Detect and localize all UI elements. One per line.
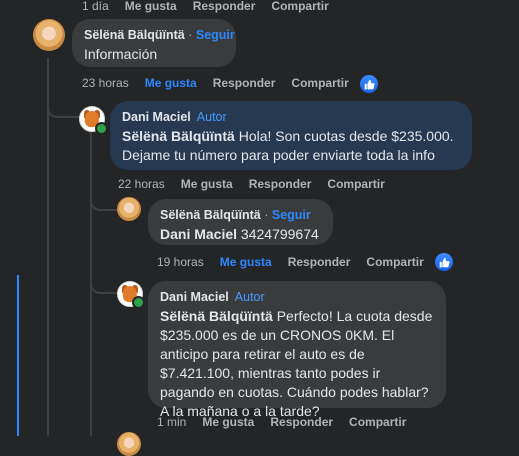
comment-text: Sëlënä Bälqüïntä Hola! Son cuotas desde … bbox=[122, 127, 460, 165]
avatar[interactable] bbox=[117, 197, 141, 221]
mention-link[interactable]: Sëlënä Bälqüïntä bbox=[160, 308, 273, 324]
like-button[interactable]: Me gusta bbox=[220, 255, 272, 269]
comment-body: Perfecto! La cuota desde $235.000 es de … bbox=[160, 308, 433, 419]
scroll-indicator bbox=[17, 275, 19, 436]
like-button[interactable]: Me gusta bbox=[145, 76, 197, 90]
comment-bubble: Sëlënä Bälqüïntä · Seguir Dani Maciel 34… bbox=[148, 199, 333, 245]
reply-button[interactable]: Responder bbox=[249, 177, 312, 191]
reply-button[interactable]: Responder bbox=[270, 415, 333, 429]
share-button[interactable]: Compartir bbox=[327, 177, 384, 191]
follow-button[interactable]: Seguir bbox=[272, 208, 311, 222]
comment-author[interactable]: Dani Maciel bbox=[122, 110, 191, 124]
share-button[interactable]: Compartir bbox=[291, 76, 348, 90]
mention-link[interactable]: Sëlënä Bälqüïntä bbox=[122, 128, 235, 144]
avatar[interactable] bbox=[33, 19, 65, 51]
reply-button[interactable]: Responder bbox=[193, 0, 256, 13]
like-button[interactable]: Me gusta bbox=[202, 415, 254, 429]
timestamp[interactable]: 22 horas bbox=[118, 177, 165, 191]
timestamp[interactable]: 23 horas bbox=[82, 76, 129, 90]
comment-author[interactable]: Sëlënä Bälqüïntä bbox=[160, 208, 261, 222]
like-button[interactable]: Me gusta bbox=[181, 177, 233, 191]
thread-connector-3 bbox=[90, 276, 118, 294]
comment-actions: 19 horas Me gusta Responder Compartir bbox=[157, 255, 440, 269]
comment-text: Sëlënä Bälqüïntä Perfecto! La cuota desd… bbox=[160, 307, 434, 421]
online-status-icon bbox=[132, 296, 145, 309]
reply-button[interactable]: Responder bbox=[213, 76, 276, 90]
follow-button[interactable]: Seguir bbox=[196, 28, 235, 42]
comment-body: 3424799674 bbox=[237, 226, 319, 242]
thumbs-up-icon[interactable] bbox=[433, 251, 455, 273]
like-button[interactable]: Me gusta bbox=[125, 0, 177, 13]
comment-author[interactable]: Dani Maciel bbox=[160, 290, 229, 304]
comment-text: Dani Maciel 3424799674 bbox=[160, 225, 321, 244]
comment-actions: 22 horas Me gusta Responder Compartir bbox=[118, 177, 401, 191]
comment-actions-top: 1 día Me gusta Responder Compartir bbox=[82, 0, 345, 13]
separator: · bbox=[188, 28, 193, 42]
comment-actions: 23 horas Me gusta Responder Compartir bbox=[82, 76, 365, 90]
timestamp[interactable]: 1 min bbox=[157, 415, 186, 429]
author-badge: Autor bbox=[234, 290, 265, 304]
timestamp[interactable]: 19 horas bbox=[157, 255, 204, 269]
separator: · bbox=[264, 208, 269, 222]
comment-bubble: Dani Maciel Autor Sëlënä Bälqüïntä Perfec… bbox=[148, 281, 446, 419]
thumbs-up-icon[interactable] bbox=[358, 73, 380, 95]
share-button[interactable]: Compartir bbox=[349, 415, 406, 429]
mention-link[interactable]: Dani Maciel bbox=[160, 226, 237, 242]
comment-bubble: Dani Maciel Autor Sëlënä Bälqüïntä Hola! … bbox=[110, 101, 472, 170]
comment-actions: 1 min Me gusta Responder Compartir bbox=[157, 415, 422, 429]
timestamp[interactable]: 1 día bbox=[82, 0, 109, 13]
thread-connector-1 bbox=[47, 100, 81, 118]
thread-connector-2 bbox=[90, 193, 118, 211]
comment-author[interactable]: Sëlënä Bälqüïntä bbox=[84, 28, 185, 42]
reply-button[interactable]: Responder bbox=[288, 255, 351, 269]
share-button[interactable]: Compartir bbox=[271, 0, 328, 13]
author-badge: Autor bbox=[196, 110, 227, 124]
online-status-icon bbox=[95, 122, 108, 135]
share-button[interactable]: Compartir bbox=[366, 255, 423, 269]
comment-bubble: Sëlënä Bälqüïntä · Seguir Información bbox=[72, 19, 236, 67]
comment-text: Información bbox=[84, 46, 158, 62]
